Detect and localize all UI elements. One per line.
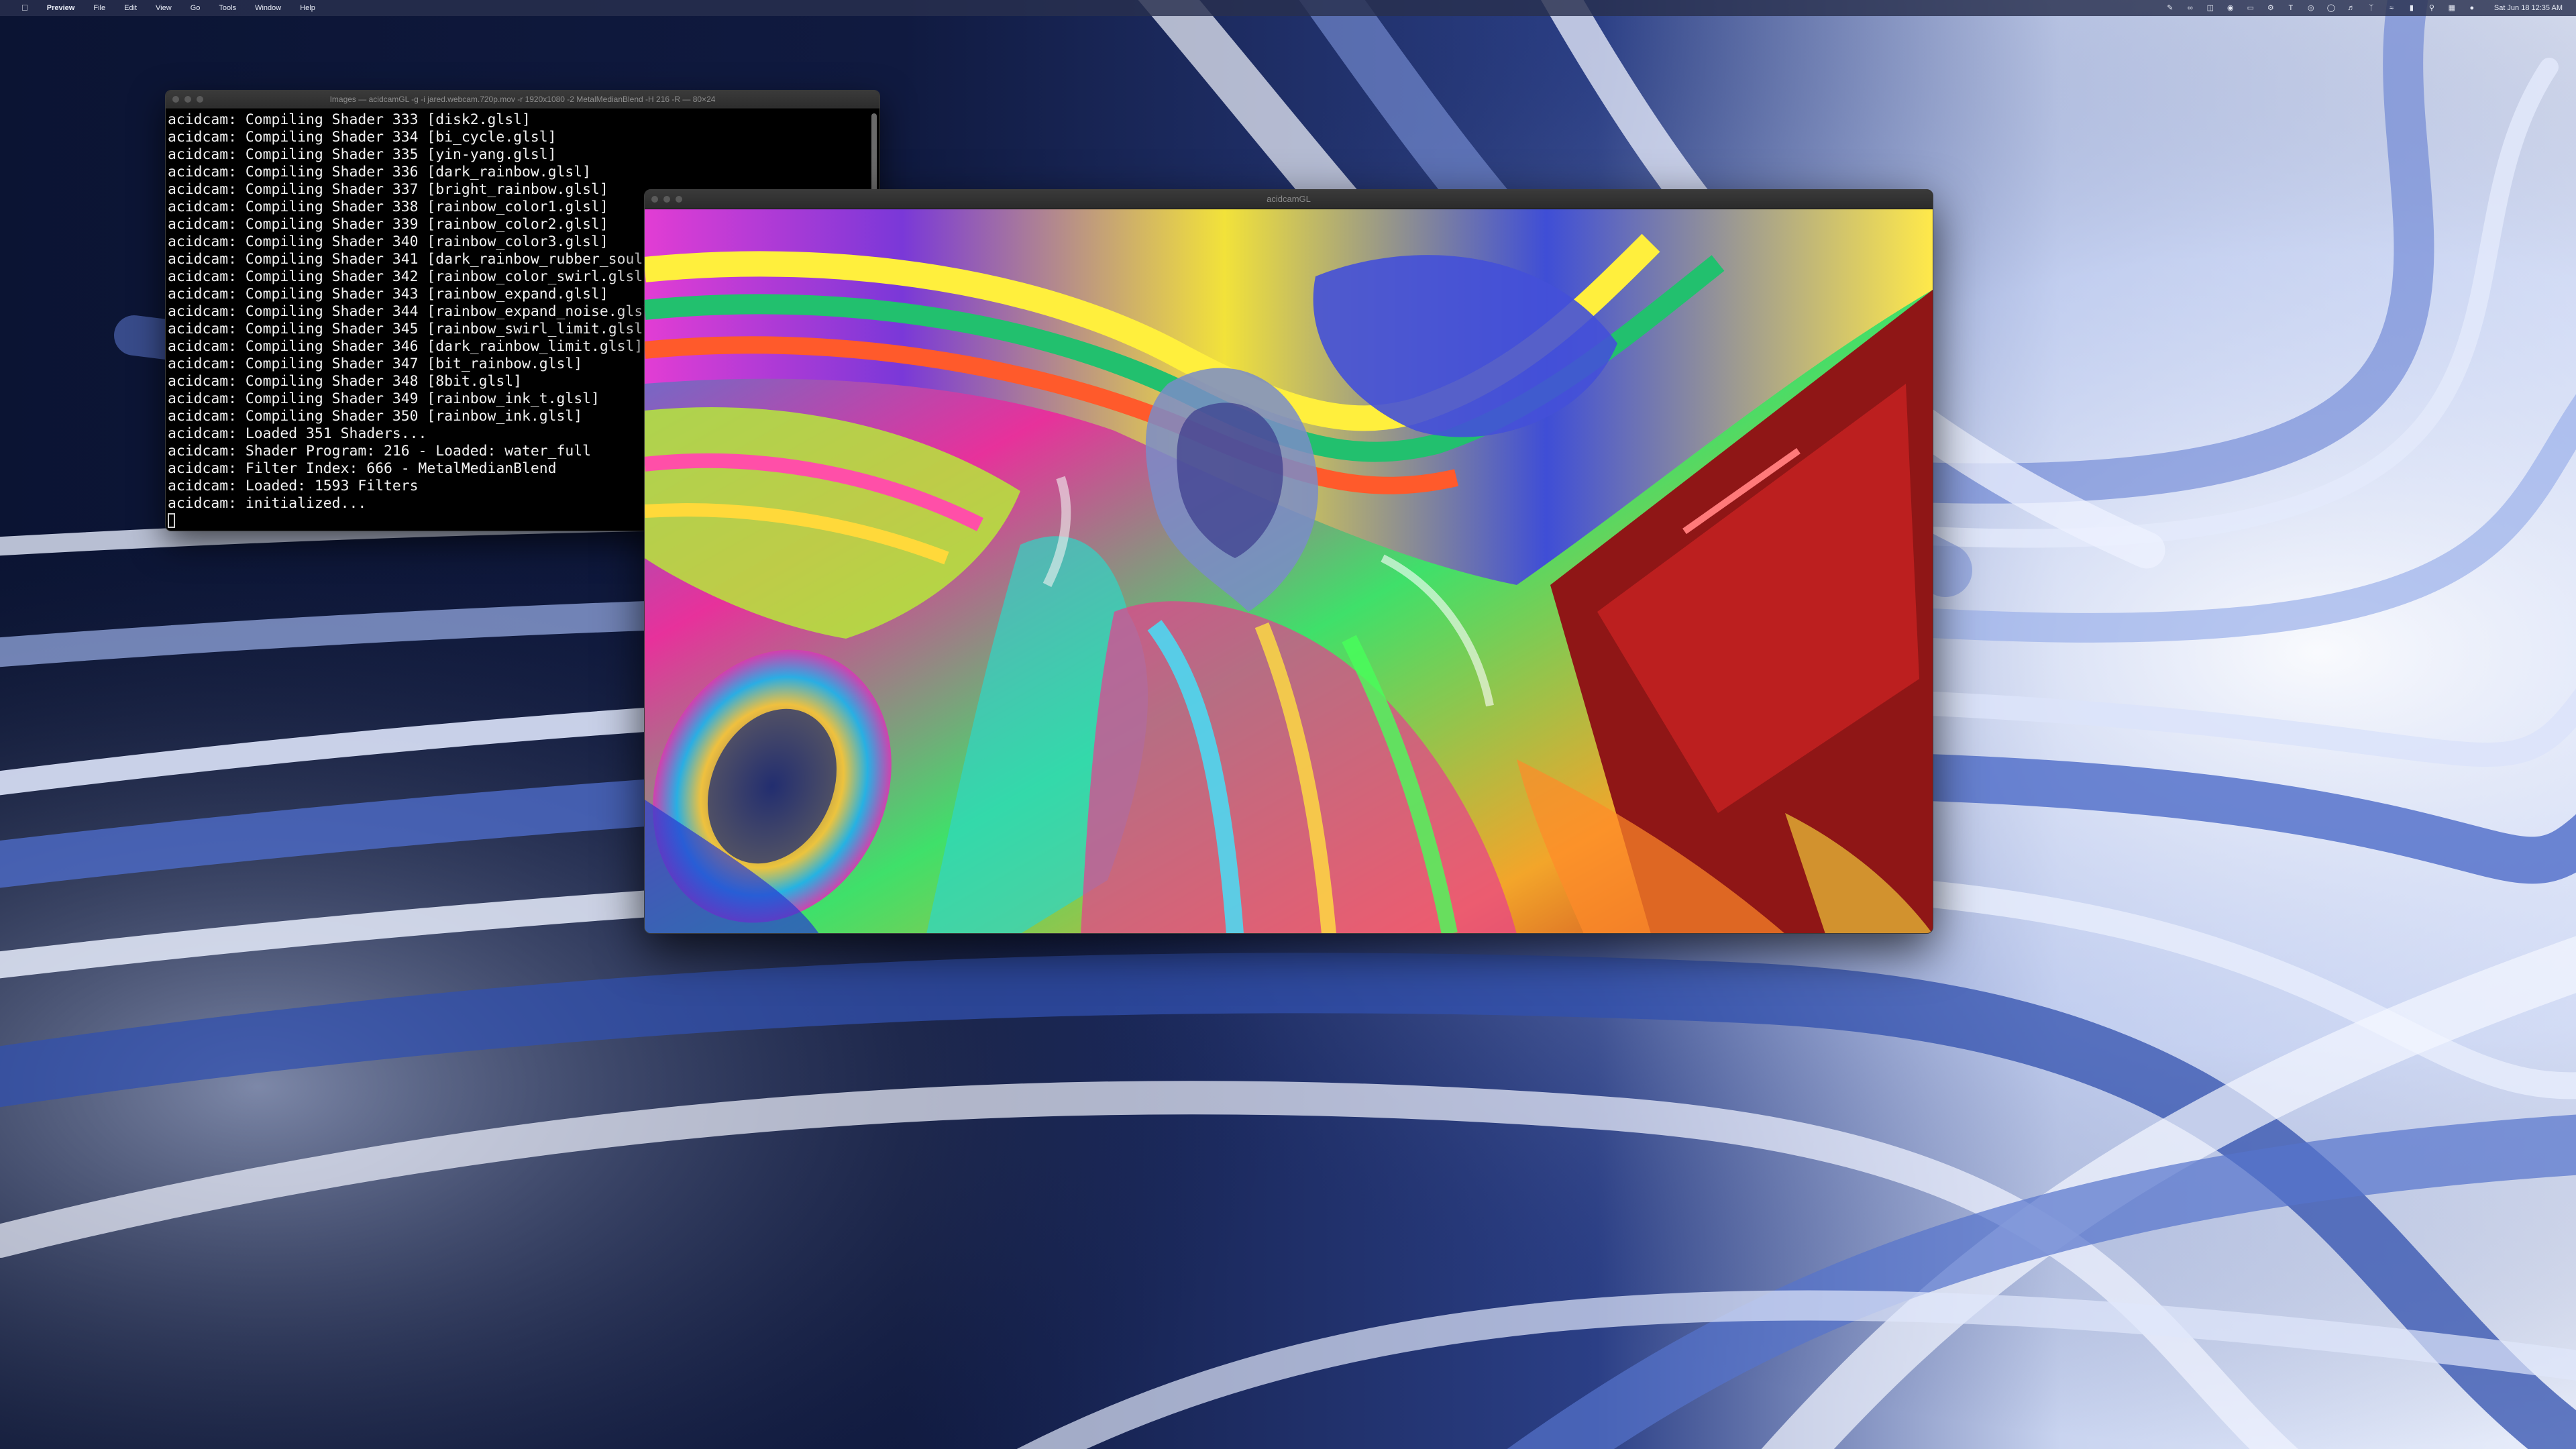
- wifi-icon[interactable]: ≈: [2381, 0, 2402, 16]
- search-icon[interactable]: ⚲: [2422, 0, 2442, 16]
- terminal-line: acidcam: Compiling Shader 336 [dark_rain…: [168, 164, 592, 180]
- menu-edit[interactable]: Edit: [115, 0, 146, 16]
- acidcam-window[interactable]: acidcamGL: [644, 189, 1933, 934]
- volume-icon[interactable]: ♬: [2341, 0, 2361, 16]
- terminal-line: acidcam: Compiling Shader 333 [disk2.gls…: [168, 111, 531, 128]
- acidcam-title: acidcamGL: [1267, 194, 1311, 204]
- menu-help[interactable]: Help: [290, 0, 325, 16]
- app-extra-icon[interactable]: ◉: [2220, 0, 2241, 16]
- gear-icon[interactable]: ⚙: [2261, 0, 2281, 16]
- minimize-button[interactable]: [663, 196, 670, 203]
- battery-icon[interactable]: ▮: [2402, 0, 2422, 16]
- menu-view[interactable]: View: [146, 0, 181, 16]
- terminal-titlebar[interactable]: Images — acidcamGL -g -i jared.webcam.72…: [166, 91, 879, 109]
- text-icon[interactable]: T: [2281, 0, 2301, 16]
- menu-window[interactable]: Window: [246, 0, 290, 16]
- apple-logo-icon[interactable]: : [12, 0, 38, 16]
- menu-tools[interactable]: Tools: [209, 0, 246, 16]
- minimize-button[interactable]: [184, 96, 191, 103]
- terminal-line: acidcam: Compiling Shader 335 [yin-yang.…: [168, 146, 557, 163]
- creative-cloud-icon[interactable]: ∞: [2180, 0, 2200, 16]
- menu-bar:  Preview File Edit View Go Tools Window…: [0, 0, 2576, 16]
- terminal-line: acidcam: Compiling Shader 334 [bi_cycle.…: [168, 129, 557, 146]
- menu-go[interactable]: Go: [181, 0, 210, 16]
- menu-extra-icon[interactable]: ◫: [2200, 0, 2220, 16]
- control-center-icon[interactable]: ▦: [2442, 0, 2462, 16]
- zoom-button[interactable]: [197, 96, 203, 103]
- close-button[interactable]: [172, 96, 179, 103]
- menu-app-name[interactable]: Preview: [38, 0, 85, 16]
- text-cursor: [168, 513, 175, 528]
- acidcam-titlebar[interactable]: acidcamGL: [645, 190, 1933, 209]
- siri-icon[interactable]: ●: [2462, 0, 2482, 16]
- window-icon[interactable]: ▭: [2241, 0, 2261, 16]
- circle-icon[interactable]: ◯: [2321, 0, 2341, 16]
- bluetooth-icon[interactable]: ᛉ: [2361, 0, 2381, 16]
- menu-clock[interactable]: Sat Jun 18 12:35 AM: [2482, 0, 2567, 16]
- terminal-title: Images — acidcamGL -g -i jared.webcam.72…: [329, 95, 716, 104]
- pen-icon[interactable]: ✎: [2160, 0, 2180, 16]
- video-output-viewport[interactable]: [645, 209, 1933, 934]
- window-controls: [172, 96, 203, 103]
- close-button[interactable]: [651, 196, 658, 203]
- window-controls: [651, 196, 682, 203]
- zoom-button[interactable]: [676, 196, 682, 203]
- menu-file[interactable]: File: [84, 0, 115, 16]
- record-icon[interactable]: ◎: [2301, 0, 2321, 16]
